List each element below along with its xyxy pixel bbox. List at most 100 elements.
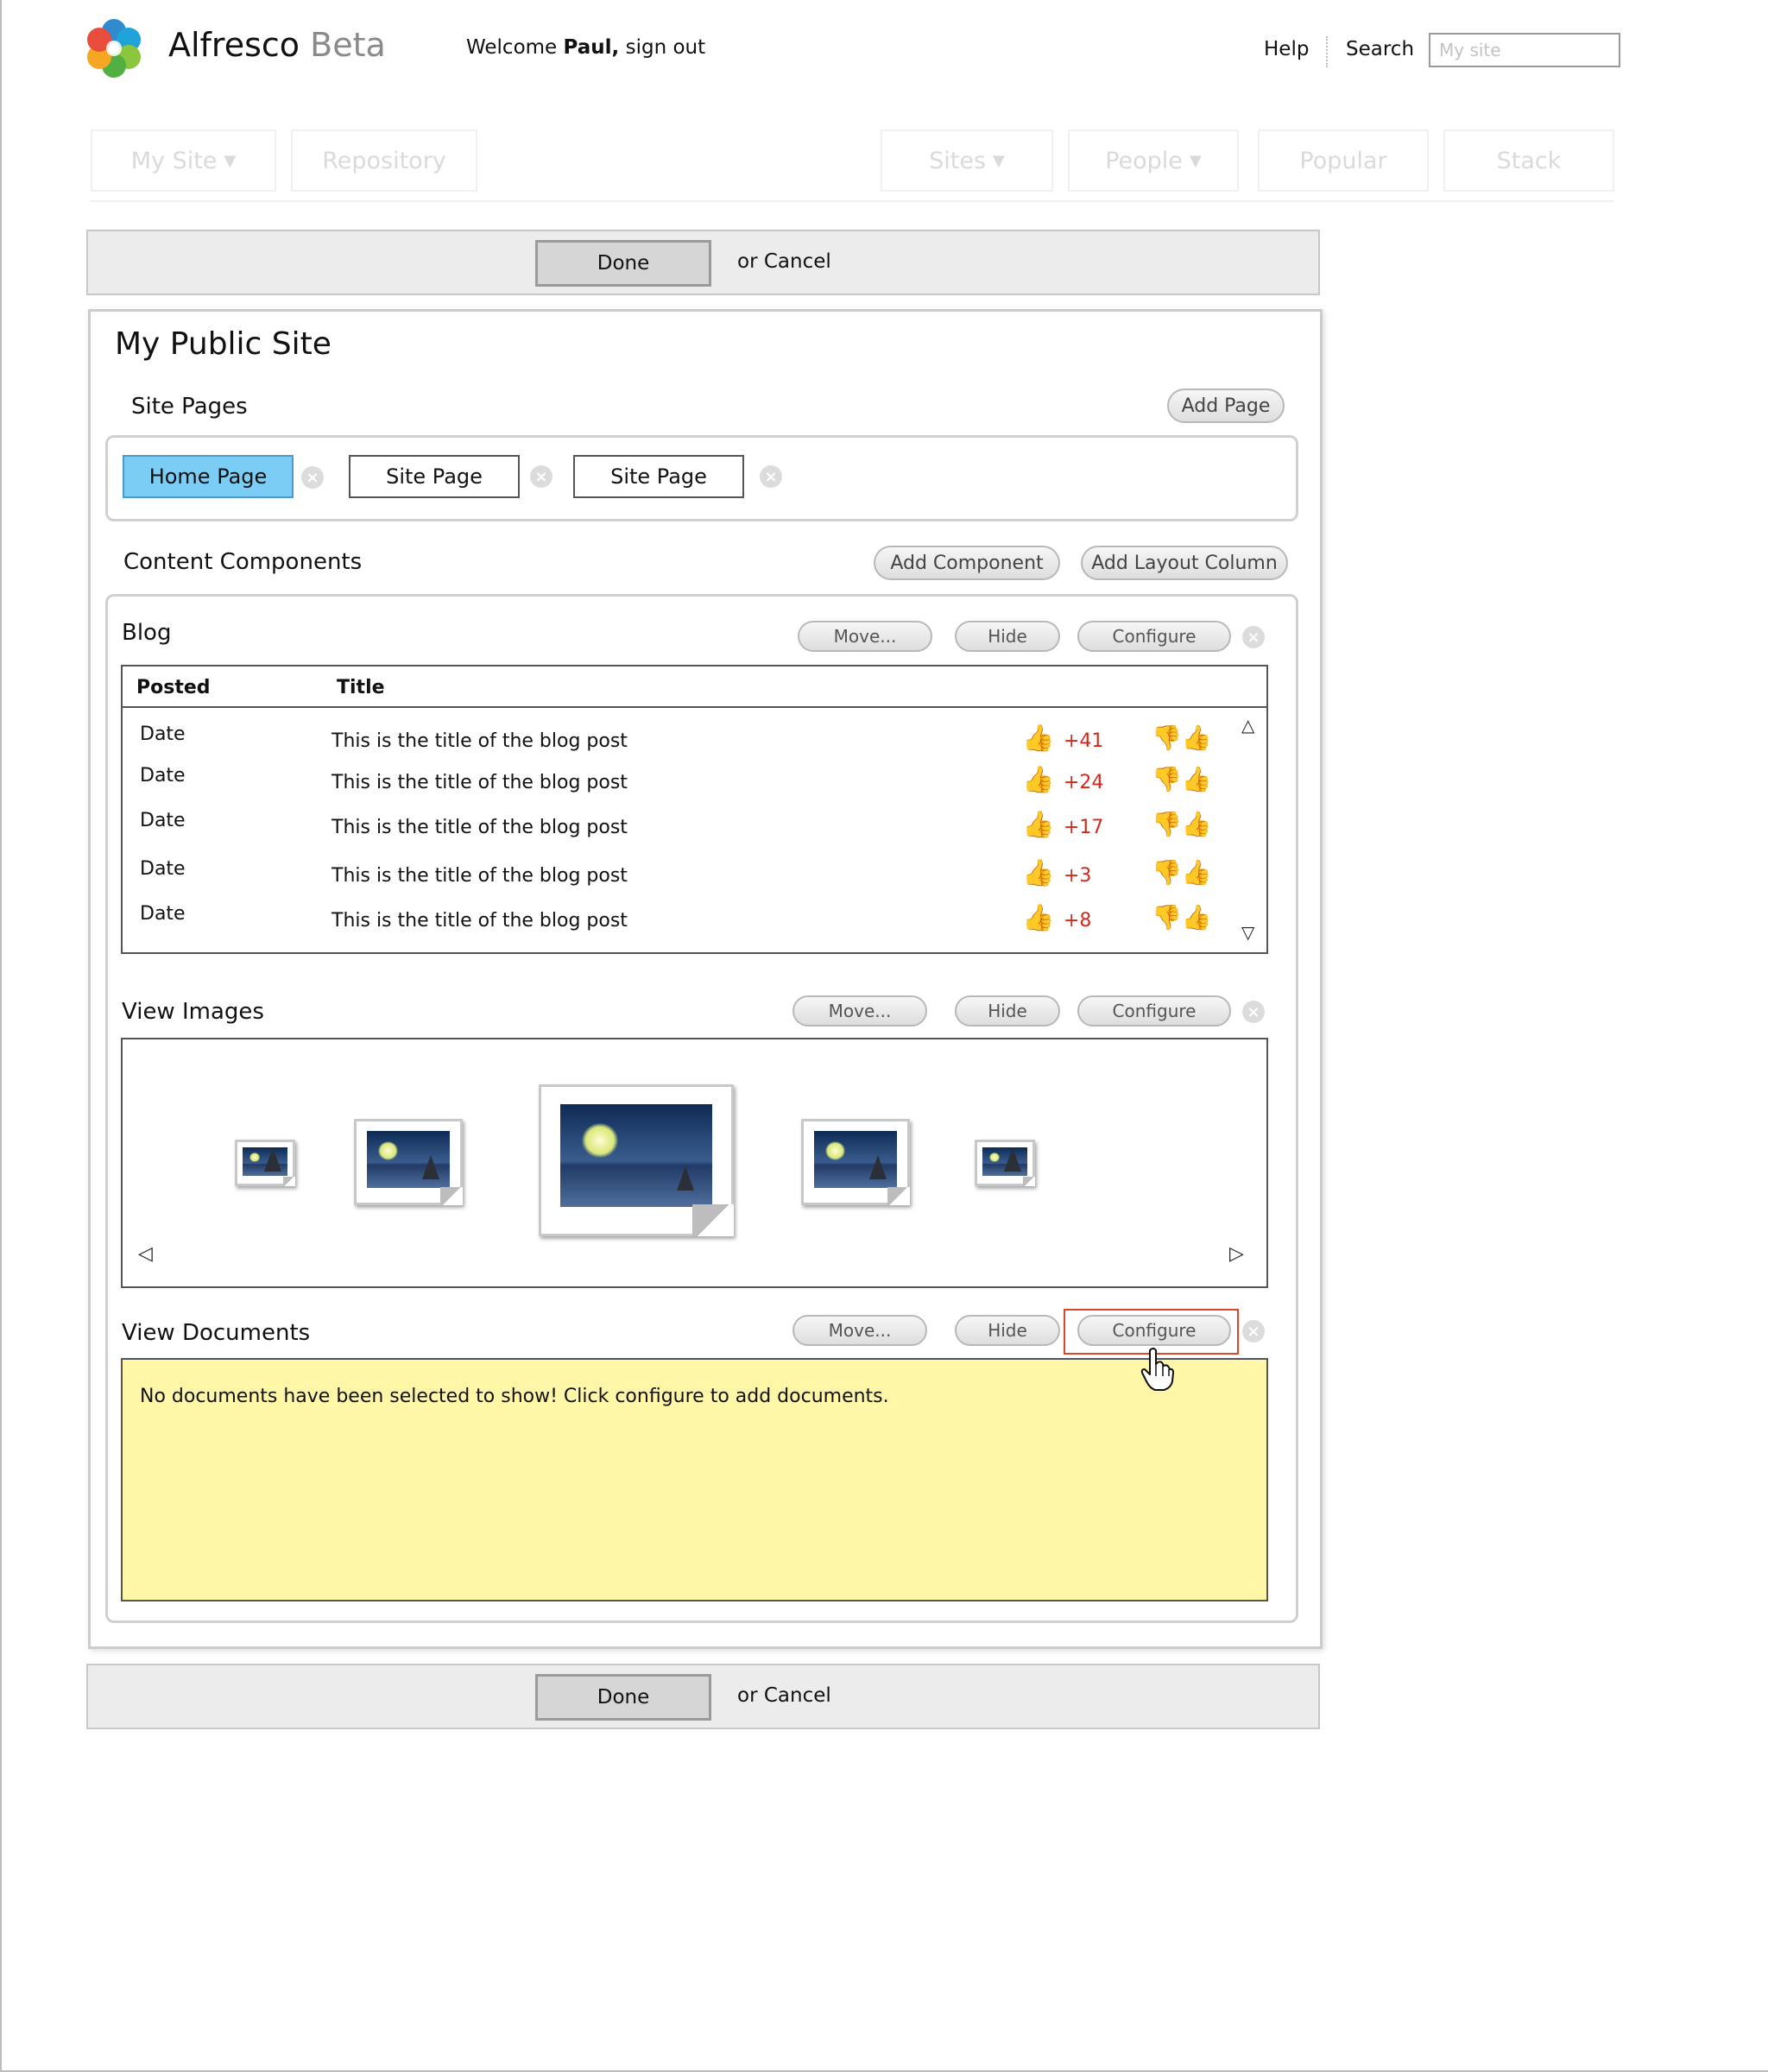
nav-tab-label: Repository bbox=[322, 147, 446, 174]
page-tab-site-page[interactable]: Site Page bbox=[573, 455, 744, 498]
image-thumbnail-icon[interactable] bbox=[539, 1084, 734, 1236]
content-components-label: Content Components bbox=[123, 549, 363, 575]
table-row[interactable]: Date This is the title of the blog post … bbox=[123, 810, 1266, 853]
blog-component-title: Blog bbox=[122, 620, 172, 646]
close-icon[interactable]: × bbox=[301, 466, 324, 489]
image-thumbnail-icon[interactable] bbox=[235, 1140, 295, 1186]
post-title[interactable]: This is the title of the blog post bbox=[332, 865, 628, 887]
image-thumbnail-icon[interactable] bbox=[975, 1140, 1035, 1186]
image-thumbnail-icon[interactable] bbox=[354, 1119, 463, 1205]
nav-tab-label: People bbox=[1105, 147, 1183, 174]
vote-buttons[interactable]: 👎👍 bbox=[1152, 810, 1212, 838]
nav-tab-stack[interactable]: Stack bbox=[1443, 130, 1614, 192]
close-icon[interactable]: × bbox=[1242, 626, 1265, 648]
empty-message: No documents have been selected to show!… bbox=[140, 1386, 889, 1407]
add-page-button[interactable]: Add Page bbox=[1167, 388, 1285, 423]
vote-buttons[interactable]: 👎👍 bbox=[1152, 765, 1212, 793]
nav-tab-sites[interactable]: Sites ▼ bbox=[881, 130, 1053, 192]
thumbs-down-icon[interactable]: 👎 bbox=[1152, 858, 1182, 887]
vote-count: +17 bbox=[1064, 817, 1104, 838]
nav-tab-people[interactable]: People ▼ bbox=[1068, 130, 1239, 192]
thumbs-down-icon[interactable]: 👎 bbox=[1152, 723, 1182, 752]
site-pages-label: Site Pages bbox=[131, 394, 248, 420]
hide-button[interactable]: Hide bbox=[955, 1315, 1060, 1346]
brand-text: Alfresco bbox=[168, 26, 300, 64]
nav-tab-popular[interactable]: Popular bbox=[1258, 130, 1429, 192]
thumbs-up-icon[interactable]: 👍 bbox=[1182, 810, 1212, 838]
site-title: My Public Site bbox=[115, 326, 332, 362]
nav-tab-my-site[interactable]: My Site ▼ bbox=[91, 130, 276, 192]
post-date: Date bbox=[140, 858, 186, 880]
table-row[interactable]: Date This is the title of the blog post … bbox=[123, 858, 1266, 901]
brand-name: Alfresco Beta bbox=[168, 26, 386, 64]
thumbs-down-icon[interactable]: 👎 bbox=[1152, 903, 1182, 932]
bottom-action-bar: Done or Cancel bbox=[86, 1664, 1320, 1729]
chevron-down-icon: ▼ bbox=[224, 151, 237, 170]
page-tab-home[interactable]: Home Page bbox=[123, 455, 294, 498]
scroll-down-arrow-icon[interactable]: ▽ bbox=[1241, 922, 1254, 943]
move-button[interactable]: Move... bbox=[798, 621, 932, 652]
images-component-title: View Images bbox=[122, 999, 264, 1025]
previous-arrow-icon[interactable]: ◁ bbox=[138, 1243, 153, 1265]
close-icon[interactable]: × bbox=[1242, 1001, 1265, 1023]
thumbs-up-icon[interactable]: 👍 bbox=[1182, 903, 1212, 932]
table-row[interactable]: Date This is the title of the blog post … bbox=[123, 723, 1266, 767]
add-component-button[interactable]: Add Component bbox=[874, 546, 1060, 580]
post-title[interactable]: This is the title of the blog post bbox=[332, 910, 628, 932]
table-row[interactable]: Date This is the title of the blog post … bbox=[123, 903, 1266, 946]
search-link[interactable]: Search bbox=[1346, 38, 1414, 60]
configure-button[interactable]: Configure bbox=[1077, 621, 1231, 652]
post-date: Date bbox=[140, 903, 186, 925]
configure-button[interactable]: Configure bbox=[1077, 995, 1231, 1027]
search-input[interactable] bbox=[1429, 33, 1620, 67]
close-icon[interactable]: × bbox=[530, 465, 552, 488]
top-action-bar: Done or Cancel bbox=[86, 230, 1320, 295]
vote-count: +24 bbox=[1064, 772, 1104, 793]
help-link[interactable]: Help bbox=[1264, 38, 1309, 60]
post-title[interactable]: This is the title of the blog post bbox=[332, 817, 628, 838]
column-header-posted: Posted bbox=[136, 677, 211, 698]
done-button[interactable]: Done bbox=[535, 240, 711, 287]
next-arrow-icon[interactable]: ▷ bbox=[1229, 1243, 1244, 1265]
vote-buttons[interactable]: 👎👍 bbox=[1152, 858, 1212, 887]
blog-table: Posted Title Date This is the title of t… bbox=[121, 665, 1268, 954]
column-header-title: Title bbox=[337, 677, 385, 698]
nav-tab-repository[interactable]: Repository bbox=[291, 130, 477, 192]
thumbs-up-icon: 👍 bbox=[1022, 765, 1055, 795]
user-name: Paul, bbox=[563, 36, 620, 59]
thumbs-up-icon: 👍 bbox=[1022, 858, 1055, 888]
hide-button[interactable]: Hide bbox=[955, 621, 1060, 652]
close-icon[interactable]: × bbox=[1242, 1320, 1265, 1342]
thumbs-up-icon[interactable]: 👍 bbox=[1182, 858, 1212, 887]
table-row[interactable]: Date This is the title of the blog post … bbox=[123, 765, 1266, 808]
hand-pointer-icon bbox=[1140, 1348, 1174, 1391]
cancel-link[interactable]: or Cancel bbox=[737, 1684, 831, 1707]
add-layout-column-button[interactable]: Add Layout Column bbox=[1081, 546, 1288, 580]
move-button[interactable]: Move... bbox=[792, 1315, 927, 1346]
done-button[interactable]: Done bbox=[535, 1674, 711, 1721]
image-thumbnail-icon[interactable] bbox=[801, 1119, 910, 1205]
hide-button[interactable]: Hide bbox=[955, 995, 1060, 1027]
blog-table-header: Posted Title bbox=[123, 666, 1266, 708]
post-title[interactable]: This is the title of the blog post bbox=[332, 772, 628, 793]
vote-buttons[interactable]: 👎👍 bbox=[1152, 903, 1212, 932]
vote-buttons[interactable]: 👎👍 bbox=[1152, 723, 1212, 752]
thumbs-up-icon[interactable]: 👍 bbox=[1182, 723, 1212, 752]
page-tab-site-page[interactable]: Site Page bbox=[349, 455, 520, 498]
nav-underline bbox=[90, 200, 1614, 202]
documents-component-title: View Documents bbox=[122, 1320, 311, 1346]
close-icon[interactable]: × bbox=[760, 465, 782, 488]
scroll-up-arrow-icon[interactable]: △ bbox=[1241, 715, 1254, 736]
thumbs-down-icon[interactable]: 👎 bbox=[1152, 810, 1182, 838]
chevron-down-icon: ▼ bbox=[1189, 151, 1202, 170]
image-carousel bbox=[121, 1038, 1268, 1288]
thumbs-up-icon[interactable]: 👍 bbox=[1182, 765, 1212, 793]
thumbs-down-icon[interactable]: 👎 bbox=[1152, 765, 1182, 793]
post-title[interactable]: This is the title of the blog post bbox=[332, 730, 628, 752]
welcome-message: Welcome Paul, sign out bbox=[466, 36, 705, 59]
sign-out-link[interactable]: sign out bbox=[626, 36, 706, 59]
move-button[interactable]: Move... bbox=[792, 995, 927, 1027]
nav-tab-label: My Site bbox=[130, 147, 218, 174]
cancel-link[interactable]: or Cancel bbox=[737, 250, 831, 273]
post-date: Date bbox=[140, 765, 186, 786]
